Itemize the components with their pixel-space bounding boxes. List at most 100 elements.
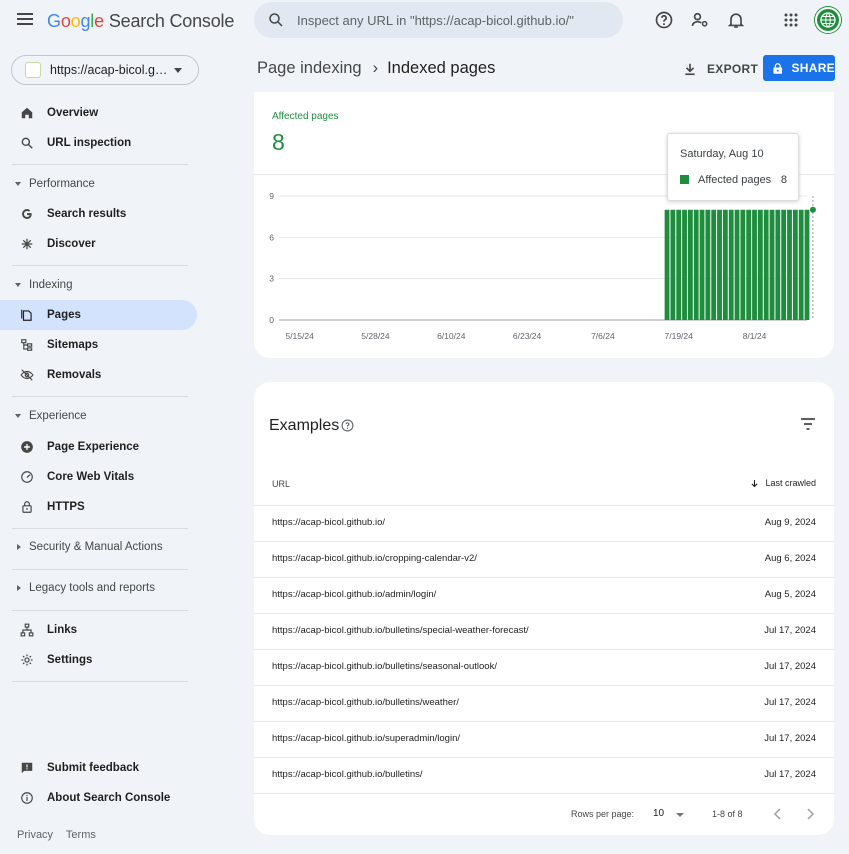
sidebar-item-about[interactable]: About Search Console (0, 783, 197, 813)
sidebar-item-discover[interactable]: Discover (0, 229, 197, 259)
bar (717, 209, 722, 320)
url-inspection-search[interactable] (254, 2, 623, 38)
sidebar-item-label: Submit feedback (47, 762, 140, 774)
sidebar-item-url-inspection[interactable]: URL inspection (0, 128, 197, 158)
x-tick-label: 6/23/24 (513, 331, 542, 341)
examples-card: Examples URL Last crawled https://acap-b… (254, 382, 834, 835)
sidebar-item-submit-feedback[interactable]: Submit feedback (0, 753, 197, 783)
bar (769, 209, 775, 320)
google-apps-icon[interactable] (781, 10, 801, 30)
row-date: Jul 17, 2024 (764, 769, 816, 780)
chevron-down-icon (174, 68, 182, 73)
chevron-right-icon[interactable] (804, 808, 816, 820)
asterisk-icon (21, 238, 33, 250)
row-url: https://acap-bicol.github.io/bulletins/s… (272, 661, 497, 672)
speedometer-icon (21, 471, 33, 483)
sidebar-item-label: Overview (47, 107, 99, 119)
help-icon[interactable] (654, 10, 674, 30)
manage-users-icon[interactable] (690, 10, 710, 30)
sidebar-section-experience[interactable]: Experience (0, 406, 197, 428)
pages-icon (21, 309, 32, 321)
links-tree-icon (20, 623, 34, 637)
filter-icon[interactable] (800, 417, 816, 431)
download-icon (685, 63, 695, 76)
sidebar-section-performance[interactable]: Performance (0, 174, 197, 196)
section-label: Security & Manual Actions (29, 541, 163, 553)
section-label: Experience (29, 410, 87, 422)
notifications-bell-icon[interactable] (726, 10, 746, 30)
breadcrumb-parent[interactable]: Page indexing (257, 59, 362, 77)
x-tick-label: 8/1/24 (743, 331, 767, 341)
tooltip-series-swatch (680, 175, 689, 184)
bar (746, 209, 752, 320)
sidebar-item-label: Removals (47, 369, 102, 381)
row-date: Aug 9, 2024 (764, 517, 816, 528)
indexed-pages-chart-card: Affected pages 8 0 3 6 9 5/15/24 5/28/24 6/10/… (254, 92, 834, 358)
sidebar-divider (12, 164, 188, 165)
table-row[interactable]: https://acap-bicol.github.io/bulletins/w… (254, 685, 834, 721)
column-header-url[interactable]: URL (272, 479, 290, 489)
lock-icon (773, 62, 783, 74)
share-label: SHARE (791, 61, 835, 75)
sidebar-item-sitemaps[interactable]: Sitemaps (0, 330, 197, 360)
sidebar-item-search-results[interactable]: Search results (0, 199, 197, 229)
rows-per-page-select[interactable]: 10 (653, 808, 664, 819)
sidebar-item-pages[interactable]: Pages (0, 300, 197, 330)
row-date: Aug 5, 2024 (764, 589, 816, 600)
sitemap-icon (21, 339, 33, 351)
search-input[interactable] (297, 12, 617, 28)
terms-link[interactable]: Terms (66, 829, 96, 841)
sidebar-item-core-web-vitals[interactable]: Core Web Vitals (0, 462, 197, 492)
sidebar-item-removals[interactable]: Removals (0, 360, 197, 390)
bar (711, 209, 717, 320)
export-button[interactable]: EXPORT (683, 57, 758, 81)
google-g-icon (22, 209, 32, 219)
sidebar-item-page-experience[interactable]: Page Experience (0, 432, 197, 462)
table-row[interactable]: https://acap-bicol.github.io/bulletins/s… (254, 613, 834, 649)
sidebar-item-links[interactable]: Links (0, 615, 197, 645)
pagination-range: 1-8 of 8 (712, 809, 743, 819)
table-row[interactable]: https://acap-bicol.github.io/admin/login… (254, 577, 834, 613)
row-date: Aug 6, 2024 (764, 553, 816, 564)
column-header-last-crawled[interactable]: Last crawled (750, 478, 816, 488)
share-button[interactable]: SHARE (763, 55, 835, 81)
expand-arrow-icon (17, 585, 21, 591)
sidebar-section-security[interactable]: Security & Manual Actions (0, 537, 197, 559)
page-title: Indexed pages (387, 59, 496, 77)
sidebar-divider (12, 681, 188, 682)
footer-links: Privacy Terms (17, 829, 106, 841)
row-date: Jul 17, 2024 (764, 697, 816, 708)
sidebar-section-indexing[interactable]: Indexing (0, 275, 197, 297)
sidebar-section-legacy[interactable]: Legacy tools and reports (0, 578, 197, 600)
sidebar-item-settings[interactable]: Settings (0, 645, 197, 675)
chevron-down-icon[interactable] (676, 813, 684, 817)
chevron-left-icon[interactable] (772, 808, 784, 820)
table-row[interactable]: https://acap-bicol.github.io/superadmin/… (254, 721, 834, 757)
y-tick-label: 0 (269, 315, 274, 325)
table-row[interactable]: https://acap-bicol.github.io/cropping-ca… (254, 541, 834, 577)
sidebar-item-overview[interactable]: Overview (0, 98, 197, 128)
account-avatar[interactable] (815, 7, 841, 33)
bar (687, 209, 693, 320)
bar (781, 209, 787, 320)
expand-arrow-icon (15, 414, 21, 418)
help-icon[interactable] (341, 419, 354, 432)
sidebar-divider (12, 396, 188, 397)
table-row[interactable]: https://acap-bicol.github.io/bulletins/s… (254, 649, 834, 685)
main-menu-icon[interactable] (17, 13, 33, 27)
bar (734, 209, 740, 320)
tooltip-series-value: 8 (780, 174, 787, 186)
row-url: https://acap-bicol.github.io/bulletins/w… (272, 697, 459, 708)
breadcrumb: Page indexing › Indexed pages (257, 59, 495, 78)
search-icon (269, 13, 283, 27)
bar (804, 209, 810, 320)
table-row[interactable]: https://acap-bicol.github.io/bulletins/J… (254, 757, 834, 793)
property-selector[interactable]: https://acap-bicol.github.io/ (11, 55, 199, 85)
search-console-logo[interactable]: Google Search Console (47, 11, 234, 32)
bar (728, 209, 734, 320)
privacy-link[interactable]: Privacy (17, 829, 53, 841)
bar (699, 209, 705, 320)
table-row[interactable]: https://acap-bicol.github.io/Aug 9, 2024 (254, 505, 834, 541)
section-label: Performance (29, 178, 95, 190)
sidebar-item-https[interactable]: HTTPS (0, 492, 197, 522)
